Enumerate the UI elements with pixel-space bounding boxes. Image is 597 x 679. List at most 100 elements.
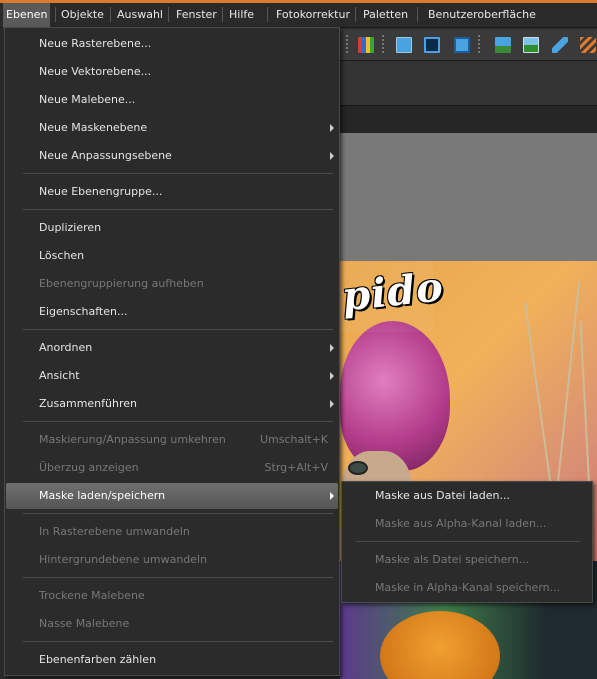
submenu-item-label: Maske in Alpha-Kanal speichern... <box>375 581 561 594</box>
menu-item-nasse-malebene: Nasse Malebene <box>6 611 338 637</box>
menu-objekte[interactable]: Objekte <box>61 8 104 22</box>
menu-item-label: Neue Malebene... <box>39 93 136 106</box>
menubar-separator <box>355 7 356 22</box>
menu-item-shortcut: Strg+Alt+V <box>264 461 328 474</box>
submenu-arrow-icon <box>330 124 334 132</box>
submenu-arrow-icon <box>330 400 334 408</box>
menu-item-label: Maskierung/Anpassung umkehren <box>39 433 226 446</box>
menu-item-label: Löschen <box>39 249 85 262</box>
menu-separator <box>23 513 333 514</box>
menu-item-neue-anpassungsebene[interactable]: Neue Anpassungsebene <box>6 143 338 169</box>
image-thumbnail-icon[interactable] <box>495 37 511 53</box>
menu-item-label: Neue Rasterebene... <box>39 37 152 50</box>
menu-item-neue-malebene[interactable]: Neue Malebene... <box>6 87 338 113</box>
menu-item-label: In Rasterebene umwandeln <box>39 525 190 538</box>
artwork-eye <box>348 461 368 475</box>
menu-auswahl[interactable]: Auswahl <box>117 8 163 22</box>
menu-item-ueberzug-anzeigen: Überzug anzeigen Strg+Alt+V <box>6 455 338 481</box>
brush-stroke-icon[interactable] <box>552 37 568 53</box>
toolbar-grip[interactable] <box>478 35 480 55</box>
document-tab-strip <box>340 105 597 133</box>
menu-item-neue-rasterebene[interactable]: Neue Rasterebene... <box>6 31 338 57</box>
image-landscape-icon[interactable] <box>523 37 539 53</box>
menu-item-label: Anordnen <box>39 341 93 354</box>
menu-item-shortcut: Umschalt+K <box>259 433 328 446</box>
toolbar <box>340 29 597 61</box>
window-framed-icon[interactable] <box>454 37 470 53</box>
menu-separator <box>23 641 333 642</box>
menu-item-neue-maskenebene[interactable]: Neue Maskenebene <box>6 115 338 141</box>
menu-item-eigenschaften[interactable]: Eigenschaften... <box>6 299 338 325</box>
menubar-separator <box>55 7 56 22</box>
menubar-accent-stripe <box>0 0 597 3</box>
menu-item-label: Duplizieren <box>39 221 102 234</box>
options-bar <box>340 61 597 105</box>
menu-item-label: Zusammenführen <box>39 397 137 410</box>
submenu-item-maske-aus-datei-laden[interactable]: Maske aus Datei laden... <box>343 483 591 509</box>
submenu-item-label: Maske aus Datei laden... <box>375 489 510 502</box>
menu-benutzeroberflaeche[interactable]: Benutzeroberfläche <box>428 8 536 22</box>
menu-fenster[interactable]: Fenster <box>176 8 217 22</box>
submenu-item-maske-in-alpha-kanal-speichern: Maske in Alpha-Kanal speichern... <box>343 575 591 601</box>
menu-item-label: Überzug anzeigen <box>39 461 139 474</box>
menu-item-zusammenfuehren[interactable]: Zusammenführen <box>6 391 338 417</box>
menu-separator <box>356 541 580 542</box>
menu-paletten[interactable]: Paletten <box>363 8 408 22</box>
submenu-arrow-icon <box>330 372 334 380</box>
window-dark-icon[interactable] <box>424 37 440 53</box>
artwork-hair <box>340 321 450 471</box>
submenu-arrow-icon <box>330 492 334 500</box>
mask-submenu: Maske aus Datei laden... Maske aus Alpha… <box>341 481 593 603</box>
menu-item-label: Neue Maskenebene <box>39 121 148 134</box>
submenu-item-label: Maske als Datei speichern... <box>375 553 530 566</box>
menu-item-in-rasterebene-umwandeln: In Rasterebene umwandeln <box>6 519 338 545</box>
toolbar-grip[interactable] <box>346 35 348 55</box>
submenu-item-maske-als-datei-speichern: Maske als Datei speichern... <box>343 547 591 573</box>
menu-item-label: Nasse Malebene <box>39 617 130 630</box>
menu-separator <box>23 173 333 174</box>
layout-grid-icon[interactable] <box>358 37 374 53</box>
menubar: Ebenen Objekte Auswahl Fenster Hilfe Fot… <box>0 0 597 28</box>
menu-fotokorrektur[interactable]: Fotokorrektur <box>276 8 350 22</box>
menu-item-ansicht[interactable]: Ansicht <box>6 363 338 389</box>
menu-item-label: Neue Vektorebene... <box>39 65 152 78</box>
menu-item-label: Neue Ebenengruppe... <box>39 185 163 198</box>
submenu-arrow-icon <box>330 152 334 160</box>
menu-item-label: Trockene Malebene <box>39 589 145 602</box>
menu-item-loeschen[interactable]: Löschen <box>6 243 338 269</box>
menu-item-label: Maske laden/speichern <box>39 489 166 502</box>
menu-separator <box>23 329 333 330</box>
menu-ebenen[interactable]: Ebenen <box>3 3 51 28</box>
submenu-item-label: Maske aus Alpha-Kanal laden... <box>375 517 547 530</box>
menu-item-label: Ansicht <box>39 369 80 382</box>
menu-item-maskierung-umkehren: Maskierung/Anpassung umkehren Umschalt+K <box>6 427 338 453</box>
menu-item-label: Eigenschaften... <box>39 305 128 318</box>
menu-item-hintergrundebene-umwandeln: Hintergrundebene umwandeln <box>6 547 338 573</box>
menu-item-neue-vektorebene[interactable]: Neue Vektorebene... <box>6 59 338 85</box>
menubar-separator <box>110 7 111 22</box>
submenu-arrow-icon <box>330 344 334 352</box>
menubar-separator <box>267 7 268 22</box>
menu-separator <box>23 209 333 210</box>
menu-hilfe[interactable]: Hilfe <box>229 8 254 22</box>
layer-menu-dropdown: Neue Rasterebene... Neue Vektorebene... … <box>4 27 340 676</box>
menu-item-trockene-malebene: Trockene Malebene <box>6 583 338 609</box>
menu-item-label: Ebenengruppierung aufheben <box>39 277 204 290</box>
toolbar-grip[interactable] <box>382 35 384 55</box>
menu-item-label: Neue Anpassungsebene <box>39 149 172 162</box>
menubar-separator <box>417 7 418 22</box>
menu-item-ebenenfarben-zaehlen[interactable]: Ebenenfarben zählen <box>6 647 338 673</box>
menu-separator <box>23 421 333 422</box>
menu-item-anordnen[interactable]: Anordnen <box>6 335 338 361</box>
menu-item-neue-ebenengruppe[interactable]: Neue Ebenengruppe... <box>6 179 338 205</box>
submenu-item-maske-aus-alpha-kanal-laden: Maske aus Alpha-Kanal laden... <box>343 511 591 537</box>
menu-separator <box>23 577 333 578</box>
menubar-separator <box>168 7 169 22</box>
menubar-separator <box>222 7 223 22</box>
menu-item-duplizieren[interactable]: Duplizieren <box>6 215 338 241</box>
stripes-icon[interactable] <box>580 37 596 53</box>
menu-item-label: Hintergrundebene umwandeln <box>39 553 208 566</box>
menu-item-maske-laden-speichern[interactable]: Maske laden/speichern <box>6 483 338 509</box>
window-single-icon[interactable] <box>396 37 412 53</box>
menu-item-label: Ebenenfarben zählen <box>39 653 157 666</box>
